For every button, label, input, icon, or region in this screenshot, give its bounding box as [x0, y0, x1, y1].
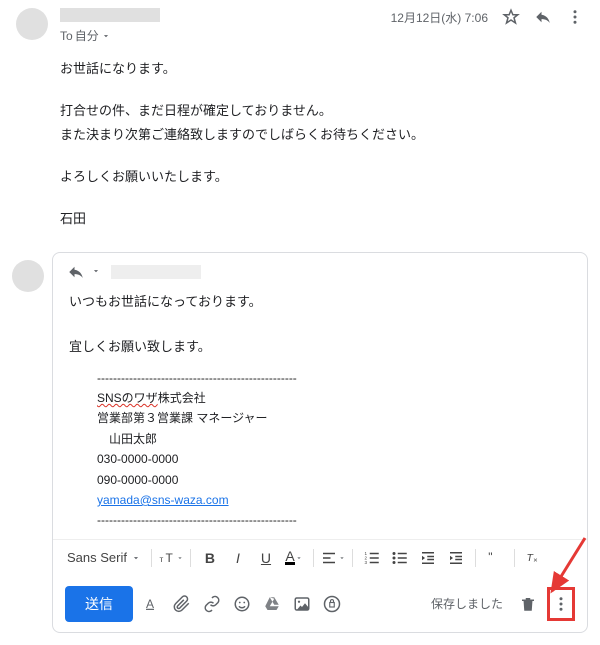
reply-icon[interactable]	[534, 8, 552, 26]
email-timestamp: 12月12日(水) 7:06	[391, 9, 488, 26]
sig-sep-bottom: ----------------------------------------…	[69, 510, 571, 530]
clear-format-button[interactable]: T×	[521, 546, 547, 570]
sig-mobile: 090-0000-0000	[69, 470, 571, 490]
sig-sep-top: ----------------------------------------…	[69, 368, 571, 388]
saved-status: 保存しました	[431, 595, 503, 612]
format-toolbar: Sans Serif тT B I U A 123	[53, 539, 587, 576]
trash-icon[interactable]	[519, 595, 537, 613]
to-label: To	[60, 29, 73, 43]
indent-less-button[interactable]	[415, 546, 441, 570]
chevron-down-icon	[176, 554, 184, 562]
confidential-icon[interactable]	[323, 595, 341, 613]
sig-tel: 030-0000-0000	[69, 449, 571, 469]
compose-more-highlight	[547, 587, 575, 621]
chevron-down-icon	[101, 31, 111, 41]
align-button[interactable]	[320, 546, 346, 570]
font-size-button[interactable]: тT	[158, 546, 184, 570]
chevron-down-icon	[131, 553, 141, 563]
bullet-list-button[interactable]	[387, 546, 413, 570]
star-icon[interactable]	[502, 8, 520, 26]
svg-text:т: т	[159, 555, 163, 564]
drive-icon[interactable]	[263, 595, 281, 613]
svg-text:": "	[488, 550, 492, 564]
reply-type-button[interactable]	[67, 263, 85, 281]
svg-text:T: T	[165, 551, 173, 565]
svg-text:3: 3	[364, 560, 367, 565]
image-icon[interactable]	[293, 595, 311, 613]
font-family-label: Sans Serif	[67, 550, 127, 565]
recipient-dropdown[interactable]: To 自分	[60, 27, 111, 44]
font-family-select[interactable]: Sans Serif	[63, 546, 145, 570]
more-icon[interactable]	[566, 8, 584, 26]
svg-text:×: ×	[533, 555, 537, 564]
chevron-down-icon	[295, 554, 303, 562]
quote-button[interactable]: "	[482, 546, 508, 570]
to-value: 自分	[75, 27, 99, 44]
compose-avatar	[12, 260, 44, 292]
link-icon[interactable]	[203, 595, 221, 613]
emoji-icon[interactable]	[233, 595, 251, 613]
sig-company: SNSのワザ株式会社	[69, 388, 571, 408]
body-greeting: お世話になります。	[60, 58, 584, 80]
svg-text:A: A	[146, 597, 154, 611]
text-color-button[interactable]: A	[281, 546, 307, 570]
sig-dept: 営業部第３営業課 マネージャー	[69, 408, 571, 428]
attach-icon[interactable]	[173, 595, 191, 613]
chevron-down-icon[interactable]	[91, 266, 101, 279]
body-line2: 打合せの件、まだ日程が確定しておりません。	[60, 100, 584, 122]
send-bar: 送信 A	[53, 576, 587, 632]
sig-name: 山田太郎	[69, 429, 571, 449]
compose-line2: 宜しくお願い致します。	[69, 336, 571, 358]
bold-button[interactable]: B	[197, 546, 223, 570]
compose-box: いつもお世話になっております。 宜しくお願い致します。 ------------…	[52, 252, 588, 632]
italic-button[interactable]: I	[225, 546, 251, 570]
sig-email: yamada@sns-waza.com	[69, 490, 571, 510]
compose-recipient-redacted[interactable]	[111, 265, 201, 279]
email-body: お世話になります。 打合せの件、まだ日程が確定しておりません。 また決まり次第ご…	[0, 52, 600, 252]
chevron-down-icon	[338, 554, 346, 562]
body-closing: よろしくお願いいたします。	[60, 166, 584, 188]
sig-email-link[interactable]: yamada@sns-waza.com	[97, 493, 229, 507]
format-toggle-icon[interactable]: A	[143, 595, 161, 613]
compose-line1: いつもお世話になっております。	[69, 291, 571, 313]
sender-avatar	[16, 8, 48, 40]
body-sign: 石田	[60, 208, 584, 230]
compose-more-icon[interactable]	[552, 595, 570, 613]
underline-button[interactable]: U	[253, 546, 279, 570]
body-line3: また決まり次第ご連絡致しますのでしばらくお待ちください。	[60, 124, 584, 146]
compose-editor[interactable]: いつもお世話になっております。 宜しくお願い致します。 ------------…	[53, 287, 587, 538]
sender-name-redacted	[60, 8, 160, 22]
send-button[interactable]: 送信	[65, 586, 133, 622]
numbered-list-button[interactable]: 123	[359, 546, 385, 570]
indent-more-button[interactable]	[443, 546, 469, 570]
